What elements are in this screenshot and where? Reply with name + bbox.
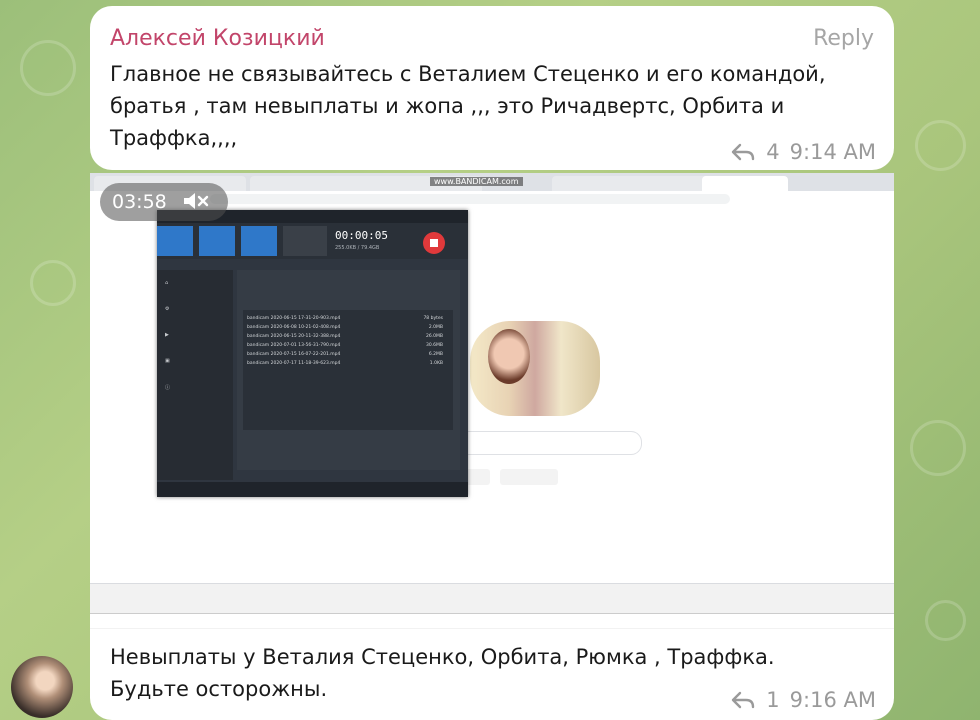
message-time: 9:14 AM	[789, 140, 876, 164]
reply-button[interactable]: Reply	[813, 26, 874, 51]
file-row: bandicam 2020-07-15 16-07-22-201.mp4 6.2M…	[247, 352, 443, 357]
bandicam-file-list: bandicam 2020-06-15 17-31-20-903.mp4 78 b…	[243, 310, 453, 430]
file-row: bandicam 2020-06-08 10-21-02-408.mp4 2.0M…	[247, 325, 443, 330]
forward-count: 1	[766, 688, 780, 712]
message-time: 9:16 AM	[789, 688, 876, 712]
forward-icon	[732, 143, 755, 161]
bandicam-footer	[157, 482, 468, 497]
bandicam-window: 00:00:05 255.0KB / 79.4GB ⌂ ⚙ ▶ ▣ ⓘ band…	[157, 210, 468, 497]
google-doodle-portrait	[488, 329, 530, 384]
forward-count: 4	[766, 140, 780, 164]
forward-icon	[732, 691, 755, 709]
file-row: bandicam 2020-06-15 17-31-20-903.mp4 78 b…	[247, 316, 443, 321]
muted-icon[interactable]	[182, 190, 210, 212]
message-bubble[interactable]: Алексей Козицкий Reply Главное не связыв…	[90, 6, 894, 170]
bandicam-file-panel: bandicam 2020-06-15 17-31-20-903.mp4 78 b…	[237, 270, 460, 470]
bandicam-timer: 00:00:05	[335, 229, 388, 242]
file-row: bandicam 2020-07-01 13-56-31-790.mp4 30.6…	[247, 343, 443, 348]
file-row: bandicam 2020-07-17 11-18-39-623.mp4 1.0K…	[247, 361, 443, 366]
bandicam-sidebar: ⌂ ⚙ ▶ ▣ ⓘ	[157, 270, 233, 480]
browser-tab	[250, 176, 332, 191]
file-row: bandicam 2020-06-15 20-11-32-388.mp4 26.0…	[247, 334, 443, 339]
bandicam-watermark: www.BANDICAM.com	[430, 177, 523, 186]
sender-name[interactable]: Алексей Козицкий	[110, 26, 325, 51]
browser-tab	[626, 176, 712, 191]
screen-mode-button	[157, 226, 193, 256]
bandicam-toolbar: 00:00:05 255.0KB / 79.4GB	[157, 223, 468, 259]
message-caption[interactable]: Невыплаты у Веталия Стеценко, Орбита, Рю…	[90, 629, 894, 720]
background-doodle	[20, 40, 76, 96]
browser-tab	[702, 176, 788, 191]
background-doodle	[30, 260, 76, 306]
avatar[interactable]	[11, 656, 73, 718]
message-meta: 4 9:14 AM	[730, 140, 876, 164]
bandicam-size: 255.0KB / 79.4GB	[335, 245, 380, 251]
browser-status-bar	[90, 613, 894, 628]
background-doodle	[910, 420, 966, 476]
game-mode-button	[199, 226, 235, 256]
background-doodle	[915, 120, 966, 171]
device-mode-button	[241, 226, 277, 256]
stop-record-button	[423, 232, 445, 254]
background-doodle	[925, 600, 966, 641]
video-duration: 03:58	[112, 191, 167, 213]
pause-area	[283, 226, 327, 256]
message-meta: 1 9:16 AM	[730, 688, 876, 712]
google-lucky-button	[500, 469, 558, 485]
